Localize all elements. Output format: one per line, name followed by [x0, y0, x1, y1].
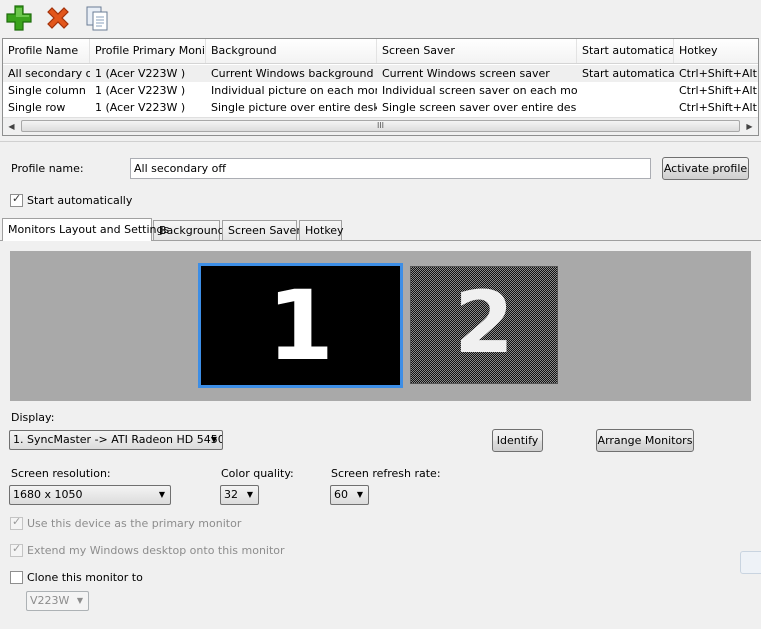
column-header-hotkey[interactable]: Hotkey: [674, 39, 758, 63]
cell-profile-name: Single row: [8, 101, 66, 114]
profile-name-label: Profile name:: [11, 162, 84, 175]
scroll-grip: III: [376, 121, 385, 130]
primary-monitor-checkbox[interactable]: ✓: [10, 515, 23, 530]
refresh-rate-select[interactable]: 60 ▼: [330, 485, 369, 505]
screen-resolution-label: Screen resolution:: [11, 467, 111, 480]
tab-monitors-layout[interactable]: Monitors Layout and Settings: [2, 218, 169, 241]
refresh-rate-value: 60: [334, 488, 348, 501]
chevron-down-icon: ▼: [356, 490, 363, 499]
extend-desktop-label: Extend my Windows desktop onto this moni…: [27, 544, 285, 557]
chevron-down-icon: ▼: [158, 490, 165, 499]
monitor-1[interactable]: 1: [198, 263, 403, 388]
tab-hotkey[interactable]: Hotkey: [299, 220, 344, 240]
monitor-2-number: 2: [454, 273, 514, 373]
profile-name-input[interactable]: All secondary off: [130, 158, 651, 179]
color-quality-select[interactable]: 32 ▼: [220, 485, 259, 505]
scroll-thumb[interactable]: III: [21, 120, 740, 132]
cell-screen-saver: Current Windows screen saver: [382, 67, 550, 80]
cell-primary-monitor: 1 (Acer V223W ): [95, 84, 186, 97]
scroll-left-icon[interactable]: ◀: [3, 118, 20, 135]
display-select[interactable]: 1. SyncMaster -> ATI Radeon HD 5450 ▼: [9, 430, 223, 450]
cell-screen-saver: Individual screen saver on each monitor: [382, 84, 577, 97]
table-header: Profile Name Profile Primary Monitor Bac…: [3, 39, 758, 64]
cell-profile-name: All secondary off: [8, 67, 90, 80]
display-label: Display:: [11, 411, 55, 424]
tab-screen-saver[interactable]: Screen Saver: [222, 220, 301, 240]
plus-icon: [6, 5, 32, 31]
column-header-primary-monitor[interactable]: Profile Primary Monitor: [90, 39, 206, 63]
copy-pages-icon: [86, 6, 108, 31]
cell-primary-monitor: 1 (Acer V223W ): [95, 67, 186, 80]
chevron-down-icon: ▼: [76, 596, 83, 605]
cell-background: Single picture over entire desktop: [211, 101, 377, 114]
activate-profile-button[interactable]: Activate profile: [662, 157, 749, 180]
color-quality-label: Color quality:: [221, 467, 294, 480]
column-header-start-automatically[interactable]: Start automatically: [577, 39, 674, 63]
clone-monitor-checkbox[interactable]: [10, 571, 23, 584]
delete-profile-button[interactable]: [44, 4, 72, 32]
column-header-background[interactable]: Background: [206, 39, 377, 63]
cell-background: Individual picture on each monitor: [211, 84, 377, 97]
monitor-2[interactable]: 2: [410, 266, 558, 384]
cell-background: Current Windows background: [211, 67, 374, 80]
profiles-table[interactable]: Profile Name Profile Primary Monitor Bac…: [2, 38, 759, 136]
cell-hotkey: Ctrl+Shift+Alt+3: [679, 84, 758, 97]
refresh-rate-label: Screen refresh rate:: [331, 467, 441, 480]
cell-hotkey: Ctrl+Shift+Alt+2: [679, 101, 758, 114]
start-automatically-label: Start automatically: [27, 194, 133, 207]
cell-start-automatically: [577, 99, 674, 116]
identify-button[interactable]: Identify: [492, 429, 543, 452]
scroll-right-icon[interactable]: ▶: [741, 118, 758, 135]
clone-monitor-label: Clone this monitor to: [27, 571, 143, 584]
x-icon: [47, 7, 69, 29]
clone-target-select[interactable]: V223W ▼: [26, 591, 89, 611]
display-select-value: 1. SyncMaster -> ATI Radeon HD 5450: [13, 433, 223, 446]
checkmark-icon: ✓: [12, 542, 22, 555]
chevron-down-icon: ▼: [210, 435, 217, 444]
horizontal-scrollbar[interactable]: ◀ III ▶: [3, 117, 758, 135]
table-row[interactable]: Single column 1 (Acer V223W ) Individual…: [3, 82, 758, 99]
cell-screen-saver: Single screen saver over entire desktop: [382, 101, 577, 114]
monitor-layout-area: 1 2: [10, 251, 751, 401]
table-row[interactable]: Single row 1 (Acer V223W ) Single pictur…: [3, 99, 758, 116]
arrange-monitors-button[interactable]: Arrange Monitors: [596, 429, 694, 452]
side-panel-tab[interactable]: [740, 551, 761, 574]
column-header-screen-saver[interactable]: Screen Saver: [377, 39, 577, 63]
cell-profile-name: Single column: [8, 84, 86, 97]
splitter[interactable]: [0, 141, 761, 142]
start-automatically-checkbox[interactable]: ✓: [10, 192, 23, 207]
cell-hotkey: Ctrl+Shift+Alt+1: [679, 67, 758, 80]
add-profile-button[interactable]: [5, 4, 33, 32]
chevron-down-icon: ▼: [246, 490, 253, 499]
cell-primary-monitor: 1 (Acer V223W ): [95, 101, 186, 114]
checkmark-icon: ✓: [12, 515, 22, 528]
cell-start-automatically: Start automatically: [582, 67, 674, 80]
monitor-1-number: 1: [267, 270, 334, 382]
screen-resolution-select[interactable]: 1680 x 1050 ▼: [9, 485, 171, 505]
checkmark-icon: ✓: [12, 192, 22, 205]
copy-profile-button[interactable]: [84, 4, 112, 32]
primary-monitor-label: Use this device as the primary monitor: [27, 517, 242, 530]
column-header-profile-name[interactable]: Profile Name: [3, 39, 90, 63]
cell-start-automatically: [577, 82, 674, 99]
clone-target-value: V223W: [30, 594, 70, 607]
screen-resolution-value: 1680 x 1050: [13, 488, 83, 501]
table-row[interactable]: All secondary off 1 (Acer V223W ) Curren…: [3, 65, 758, 82]
extend-desktop-checkbox[interactable]: ✓: [10, 542, 23, 557]
color-quality-value: 32: [224, 488, 238, 501]
